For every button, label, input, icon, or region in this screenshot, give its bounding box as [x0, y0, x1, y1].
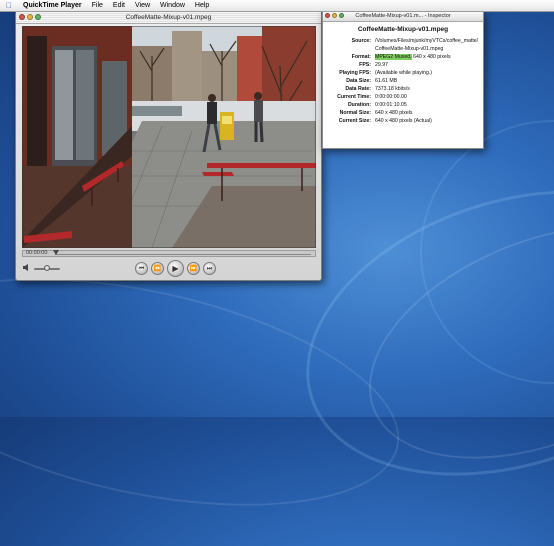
inspector-info-table: Source: /Volumes/Files/mjunk/myVTCs/coff… — [323, 37, 483, 125]
menu-window[interactable]: Window — [155, 0, 190, 11]
normal-size-label: Normal Size: — [339, 110, 371, 116]
data-rate-label: Data Rate: — [345, 86, 371, 92]
player-titlebar[interactable]: CoffeeMatte-Mixup-v01.mpeg — [16, 12, 321, 24]
playing-fps-value: (Available while playing.) — [375, 70, 432, 76]
go-to-end-button[interactable]: ⏭ — [203, 262, 216, 275]
source-value: /Volumes/Files/mjunk/myVTCs/coffee_matte… — [375, 38, 479, 52]
speaker-icon — [23, 264, 28, 271]
video-street-scene — [22, 26, 316, 248]
duration-value: 0:00:01:10.05 — [375, 102, 407, 108]
go-to-start-icon: ⏮ — [138, 265, 145, 272]
timeline-track[interactable] — [55, 254, 311, 255]
inspector-window-title: CoffeeMatte-Mixup-v01.m... - Inspector — [355, 13, 451, 19]
inspector-close-button[interactable] — [325, 13, 330, 18]
player-window: CoffeeMatte-Mixup-v01.mpeg 00:00:00 ⏮ ⏪ … — [15, 11, 322, 281]
format-highlight: MPEG2 Muxed, — [375, 54, 412, 60]
fps-label: FPS: — [359, 62, 371, 68]
volume-slider-thumb[interactable] — [44, 265, 50, 271]
normal-size-row: Normal Size: 640 x 480 pixels — [323, 109, 483, 117]
source-row: Source: /Volumes/Files/mjunk/myVTCs/coff… — [323, 37, 483, 53]
current-time-display: 00:00:00 — [26, 250, 48, 256]
inspector-zoom-button[interactable] — [339, 13, 344, 18]
zoom-window-button[interactable] — [35, 14, 41, 20]
apple-menu-icon[interactable]:  — [0, 0, 18, 11]
data-size-row: Data Size: 61.61 MB — [323, 77, 483, 85]
close-window-button[interactable] — [19, 14, 25, 20]
go-to-start-button[interactable]: ⏮ — [135, 262, 148, 275]
current-time-row: Current Time: 0:00:00:00.00 — [323, 93, 483, 101]
playing-fps-row: Playing FPS: (Available while playing.) — [323, 69, 483, 77]
inspector-file-name: CoffeeMatte-Mixup-v01.mpeg — [357, 26, 449, 33]
rewind-icon: ⏪ — [153, 265, 162, 272]
menu-quicktime-player[interactable]: QuickTime Player — [18, 0, 87, 11]
format-value: MPEG2 Muxed, 640 x 480 pixels — [375, 53, 483, 61]
format-label: Format: — [351, 54, 371, 60]
play-icon: ▶ — [172, 263, 179, 273]
menu-file[interactable]: File — [87, 0, 108, 11]
fps-value: 29.97 — [375, 62, 388, 68]
duration-label: Duration: — [347, 102, 371, 108]
minimize-window-button[interactable] — [27, 14, 33, 20]
menu-help[interactable]: Help — [190, 0, 214, 11]
data-rate-value: 7373.18 kbits/s — [375, 86, 410, 92]
play-button[interactable]: ▶ — [167, 260, 184, 277]
format-row: Format: MPEG2 Muxed, 640 x 480 pixels — [323, 53, 483, 61]
playing-fps-label: Playing FPS: — [339, 70, 371, 76]
normal-size-value: 640 x 480 pixels — [375, 110, 413, 116]
duration-row: Duration: 0:00:01:10.05 — [323, 101, 483, 109]
playback-controls: ⏮ ⏪ ▶ ⏩ ⏭ — [22, 258, 316, 278]
menu-view[interactable]: View — [130, 0, 155, 11]
inspector-window: CoffeeMatte-Mixup-v01.m... - Inspector C… — [322, 11, 484, 149]
menu-edit[interactable]: Edit — [108, 0, 130, 11]
format-rest: 640 x 480 pixels — [411, 54, 451, 60]
data-rate-row: Data Rate: 7373.18 kbits/s — [323, 85, 483, 93]
player-window-title: CoffeeMatte-Mixup-v01.mpeg — [125, 14, 212, 21]
data-size-value: 61.61 MB — [375, 78, 398, 84]
timeline-scrubber[interactable]: 00:00:00 — [22, 250, 316, 257]
inspector-titlebar[interactable]: CoffeeMatte-Mixup-v01.m... - Inspector — [323, 12, 483, 22]
current-time-value: 0:00:00:00.00 — [375, 94, 407, 100]
menu-bar:  QuickTime Player File Edit View Window… — [0, 0, 554, 12]
source-label: Source: — [351, 38, 371, 44]
current-size-label: Current Size: — [338, 118, 371, 124]
video-frame[interactable] — [22, 26, 316, 248]
current-time-label: Current Time: — [337, 94, 371, 100]
fast-forward-button[interactable]: ⏩ — [187, 262, 200, 275]
fps-row: FPS: 29.97 — [323, 61, 483, 69]
fast-forward-icon: ⏩ — [189, 265, 198, 272]
data-size-label: Data Size: — [346, 78, 371, 84]
current-size-row: Current Size: 640 x 480 pixels (Actual) — [323, 117, 483, 125]
rewind-button[interactable]: ⏪ — [151, 262, 164, 275]
go-to-end-icon: ⏭ — [206, 265, 213, 272]
current-size-value: 640 x 480 pixels (Actual) — [375, 118, 432, 124]
inspector-minimize-button[interactable] — [332, 13, 337, 18]
playhead-thumb[interactable] — [53, 250, 59, 255]
